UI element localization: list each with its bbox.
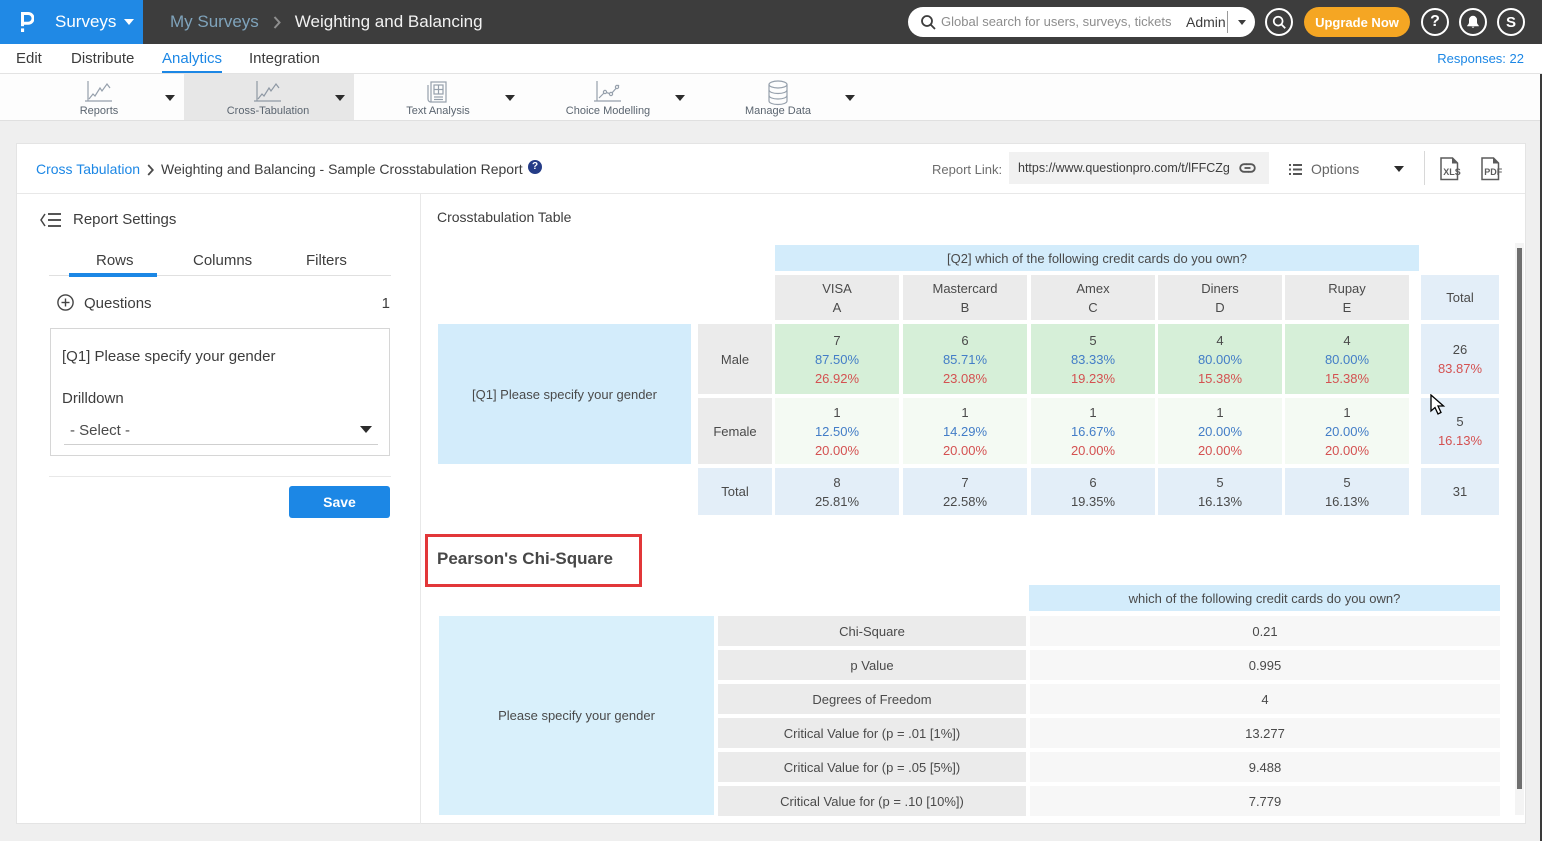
svg-text:XLS: XLS — [1443, 167, 1461, 177]
svg-text:PDF: PDF — [1484, 167, 1503, 177]
